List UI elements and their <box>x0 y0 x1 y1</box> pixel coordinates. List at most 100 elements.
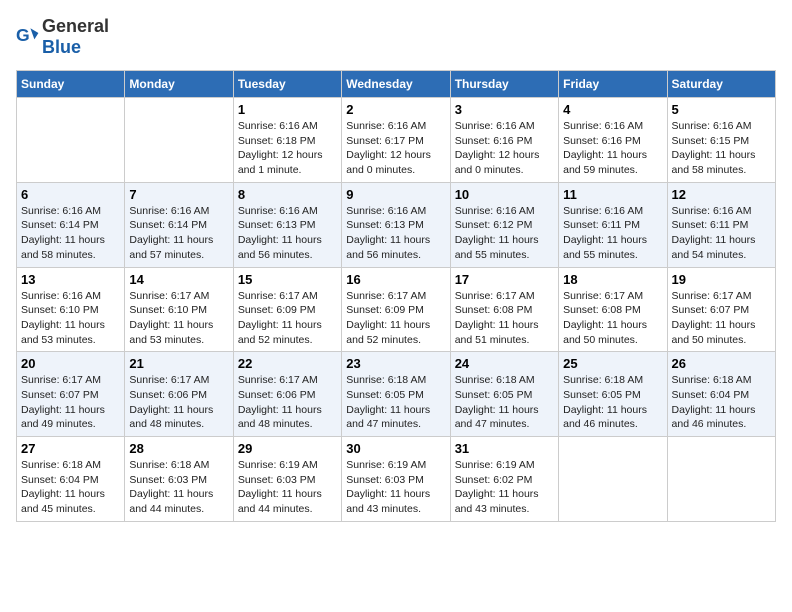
calendar-cell: 20 Sunrise: 6:17 AMSunset: 6:07 PMDayligh… <box>17 352 125 437</box>
calendar-cell: 7Sunrise: 6:16 AMSunset: 6:14 PMDaylight… <box>125 182 233 267</box>
calendar-cell: 27 Sunrise: 6:18 AMSunset: 6:04 PMDayligh… <box>17 437 125 522</box>
calendar-cell: 2Sunrise: 6:16 AMSunset: 6:17 PMDaylight… <box>342 98 450 183</box>
day-info: Sunrise: 6:18 AMSunset: 6:03 PMDaylight:… <box>129 458 228 517</box>
calendar-cell: 6 Sunrise: 6:16 AMSunset: 6:14 PMDaylight… <box>17 182 125 267</box>
logo-icon: G <box>16 25 40 49</box>
calendar-cell: 15 Sunrise: 6:17 AMSunset: 6:09 PMDayligh… <box>233 267 341 352</box>
calendar-cell: 14 Sunrise: 6:17 AMSunset: 6:10 PMDayligh… <box>125 267 233 352</box>
logo-general-text: General <box>42 16 109 36</box>
day-number: 27 <box>21 441 120 456</box>
day-info: Sunrise: 6:17 AMSunset: 6:07 PMDaylight:… <box>21 373 120 432</box>
day-number: 17 <box>455 272 554 287</box>
day-number: 4 <box>563 102 662 117</box>
day-number: 18 <box>563 272 662 287</box>
day-info: Sunrise: 6:17 AMSunset: 6:06 PMDaylight:… <box>129 373 228 432</box>
day-number: 20 <box>21 356 120 371</box>
calendar-cell: 11 Sunrise: 6:16 AMSunset: 6:11 PMDayligh… <box>559 182 667 267</box>
day-number: 26 <box>672 356 771 371</box>
weekday-header-wednesday: Wednesday <box>342 71 450 98</box>
day-info: Sunrise: 6:18 AMSunset: 6:05 PMDaylight:… <box>563 373 662 432</box>
day-info: Sunrise: 6:18 AMSunset: 6:05 PMDaylight:… <box>346 373 445 432</box>
day-number: 23 <box>346 356 445 371</box>
calendar-cell: 1Sunrise: 6:16 AMSunset: 6:18 PMDaylight… <box>233 98 341 183</box>
day-number: 31 <box>455 441 554 456</box>
day-number: 24 <box>455 356 554 371</box>
svg-text:G: G <box>16 25 30 45</box>
day-number: 28 <box>129 441 228 456</box>
calendar-cell: 16 Sunrise: 6:17 AMSunset: 6:09 PMDayligh… <box>342 267 450 352</box>
calendar-week-row: 6 Sunrise: 6:16 AMSunset: 6:14 PMDaylight… <box>17 182 776 267</box>
logo-blue-text: Blue <box>42 37 81 57</box>
day-info: Sunrise: 6:18 AMSunset: 6:04 PMDaylight:… <box>21 458 120 517</box>
day-info: Sunrise: 6:18 AMSunset: 6:05 PMDaylight:… <box>455 373 554 432</box>
day-info: Sunrise: 6:16 AMSunset: 6:13 PMDaylight:… <box>238 204 337 263</box>
calendar-cell <box>17 98 125 183</box>
calendar-week-row: 13 Sunrise: 6:16 AMSunset: 6:10 PMDayligh… <box>17 267 776 352</box>
day-number: 13 <box>21 272 120 287</box>
calendar-cell <box>667 437 775 522</box>
day-info: Sunrise: 6:19 AMSunset: 6:03 PMDaylight:… <box>238 458 337 517</box>
day-number: 5 <box>672 102 771 117</box>
calendar-cell: 23 Sunrise: 6:18 AMSunset: 6:05 PMDayligh… <box>342 352 450 437</box>
calendar-week-row: 20 Sunrise: 6:17 AMSunset: 6:07 PMDayligh… <box>17 352 776 437</box>
day-number: 29 <box>238 441 337 456</box>
day-number: 9 <box>346 187 445 202</box>
calendar-cell: 12Sunrise: 6:16 AMSunset: 6:11 PMDayligh… <box>667 182 775 267</box>
day-number: 25 <box>563 356 662 371</box>
calendar-cell: 9 Sunrise: 6:16 AMSunset: 6:13 PMDaylight… <box>342 182 450 267</box>
day-info: Sunrise: 6:17 AMSunset: 6:08 PMDaylight:… <box>563 289 662 348</box>
day-number: 12 <box>672 187 771 202</box>
weekday-header-row: SundayMondayTuesdayWednesdayThursdayFrid… <box>17 71 776 98</box>
day-info: Sunrise: 6:16 AMSunset: 6:11 PMDaylight:… <box>563 204 662 263</box>
day-info: Sunrise: 6:16 AMSunset: 6:10 PMDaylight:… <box>21 289 120 348</box>
calendar-cell: 24 Sunrise: 6:18 AMSunset: 6:05 PMDayligh… <box>450 352 558 437</box>
day-number: 15 <box>238 272 337 287</box>
day-number: 6 <box>21 187 120 202</box>
day-info: Sunrise: 6:17 AMSunset: 6:08 PMDaylight:… <box>455 289 554 348</box>
calendar-cell: 30 Sunrise: 6:19 AMSunset: 6:03 PMDayligh… <box>342 437 450 522</box>
calendar-cell: 17 Sunrise: 6:17 AMSunset: 6:08 PMDayligh… <box>450 267 558 352</box>
day-number: 30 <box>346 441 445 456</box>
weekday-header-sunday: Sunday <box>17 71 125 98</box>
calendar-week-row: 27 Sunrise: 6:18 AMSunset: 6:04 PMDayligh… <box>17 437 776 522</box>
day-info: Sunrise: 6:17 AMSunset: 6:10 PMDaylight:… <box>129 289 228 348</box>
day-number: 16 <box>346 272 445 287</box>
calendar-cell: 3Sunrise: 6:16 AMSunset: 6:16 PMDaylight… <box>450 98 558 183</box>
calendar-cell: 29 Sunrise: 6:19 AMSunset: 6:03 PMDayligh… <box>233 437 341 522</box>
day-number: 22 <box>238 356 337 371</box>
weekday-header-monday: Monday <box>125 71 233 98</box>
day-info: Sunrise: 6:16 AMSunset: 6:15 PMDaylight:… <box>672 119 771 178</box>
day-number: 14 <box>129 272 228 287</box>
day-number: 19 <box>672 272 771 287</box>
calendar-cell: 5 Sunrise: 6:16 AMSunset: 6:15 PMDaylight… <box>667 98 775 183</box>
day-info: Sunrise: 6:16 AMSunset: 6:18 PMDaylight:… <box>238 119 337 178</box>
day-number: 21 <box>129 356 228 371</box>
logo: G General Blue <box>16 16 109 58</box>
day-number: 10 <box>455 187 554 202</box>
day-info: Sunrise: 6:16 AMSunset: 6:14 PMDaylight:… <box>21 204 120 263</box>
calendar-cell: 19Sunrise: 6:17 AMSunset: 6:07 PMDayligh… <box>667 267 775 352</box>
day-info: Sunrise: 6:19 AMSunset: 6:03 PMDaylight:… <box>346 458 445 517</box>
day-info: Sunrise: 6:16 AMSunset: 6:13 PMDaylight:… <box>346 204 445 263</box>
calendar-cell: 8Sunrise: 6:16 AMSunset: 6:13 PMDaylight… <box>233 182 341 267</box>
day-info: Sunrise: 6:17 AMSunset: 6:09 PMDaylight:… <box>238 289 337 348</box>
calendar-cell: 4 Sunrise: 6:16 AMSunset: 6:16 PMDaylight… <box>559 98 667 183</box>
day-info: Sunrise: 6:16 AMSunset: 6:14 PMDaylight:… <box>129 204 228 263</box>
day-info: Sunrise: 6:16 AMSunset: 6:16 PMDaylight:… <box>563 119 662 178</box>
calendar-week-row: 1Sunrise: 6:16 AMSunset: 6:18 PMDaylight… <box>17 98 776 183</box>
calendar-cell: 26 Sunrise: 6:18 AMSunset: 6:04 PMDayligh… <box>667 352 775 437</box>
weekday-header-saturday: Saturday <box>667 71 775 98</box>
day-info: Sunrise: 6:17 AMSunset: 6:06 PMDaylight:… <box>238 373 337 432</box>
day-number: 11 <box>563 187 662 202</box>
day-info: Sunrise: 6:17 AMSunset: 6:09 PMDaylight:… <box>346 289 445 348</box>
calendar-cell: 31Sunrise: 6:19 AMSunset: 6:02 PMDayligh… <box>450 437 558 522</box>
day-info: Sunrise: 6:18 AMSunset: 6:04 PMDaylight:… <box>672 373 771 432</box>
calendar-cell: 18 Sunrise: 6:17 AMSunset: 6:08 PMDayligh… <box>559 267 667 352</box>
weekday-header-thursday: Thursday <box>450 71 558 98</box>
day-number: 3 <box>455 102 554 117</box>
calendar-cell: 21 Sunrise: 6:17 AMSunset: 6:06 PMDayligh… <box>125 352 233 437</box>
calendar-table: SundayMondayTuesdayWednesdayThursdayFrid… <box>16 70 776 522</box>
calendar-cell: 25 Sunrise: 6:18 AMSunset: 6:05 PMDayligh… <box>559 352 667 437</box>
calendar-cell <box>559 437 667 522</box>
day-number: 2 <box>346 102 445 117</box>
